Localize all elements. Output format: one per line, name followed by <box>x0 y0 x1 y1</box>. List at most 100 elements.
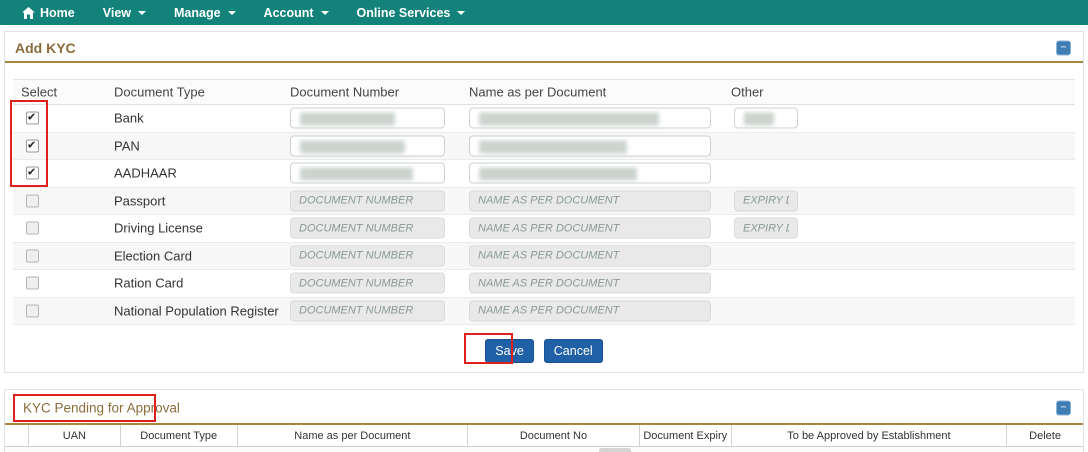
redacted-value <box>479 140 627 154</box>
select-checkbox[interactable] <box>26 166 39 180</box>
document-type-label: National Population Register <box>114 303 279 319</box>
document-number-input[interactable] <box>290 107 445 129</box>
kyc-page: Home View Manage Account Online Services… <box>0 0 1088 452</box>
save-button[interactable]: Save <box>485 339 534 363</box>
document-type-label: Bank <box>114 110 144 126</box>
redacted-value <box>744 112 774 126</box>
header-divider <box>5 61 1083 63</box>
table-row-aadhaar: AADHAAR <box>13 160 1075 188</box>
caret-down-icon <box>227 10 236 15</box>
col-header-document-type: Document Type <box>114 84 205 100</box>
select-checkbox[interactable] <box>26 304 39 318</box>
table-row-driving-license: Driving License <box>13 215 1075 243</box>
col-header-document-type: Document Type <box>121 425 238 446</box>
panel-title: Add KYC <box>15 39 76 56</box>
home-icon <box>22 6 35 19</box>
redacted-value <box>300 112 395 126</box>
pending-table-row <box>5 447 1083 452</box>
document-type-label: Election Card <box>114 248 193 264</box>
col-header-select: Select <box>21 84 58 100</box>
table-row-npr: National Population Register <box>13 297 1075 325</box>
nav-account-label: Account <box>263 5 314 20</box>
name-input[interactable] <box>469 272 711 294</box>
form-table-header: Select Document Type Document Number Nam… <box>13 79 1075 105</box>
select-checkbox[interactable] <box>26 111 39 125</box>
document-number-input[interactable] <box>290 162 445 184</box>
pending-table-header: UAN Document Type Name as per Document D… <box>5 425 1083 447</box>
col-header-delete: Delete <box>1029 429 1061 442</box>
document-type-label: Ration Card <box>114 275 184 291</box>
col-header-to-be-approved: To be Approved by Establishment <box>732 425 1008 446</box>
redacted-value <box>599 448 631 452</box>
col-header-document-no: Document No <box>468 425 640 446</box>
name-input[interactable] <box>469 190 711 212</box>
select-checkbox[interactable] <box>26 249 39 263</box>
other-input[interactable] <box>734 107 798 129</box>
nav-manage[interactable]: Manage <box>160 0 250 25</box>
kyc-pending-panel-header: KYC Pending for Approval − <box>5 390 1083 425</box>
col-header-document-number: Document Number <box>290 84 400 100</box>
col-header-name: Name as per Document <box>469 84 607 100</box>
cancel-button[interactable]: Cancel <box>543 339 603 363</box>
name-input[interactable] <box>469 135 711 157</box>
document-type-label: Driving License <box>114 220 203 236</box>
collapse-minus-icon: − <box>1060 401 1067 414</box>
kyc-pending-panel: KYC Pending for Approval − UAN Document … <box>4 389 1084 452</box>
document-number-input[interactable] <box>290 272 445 294</box>
pending-table: UAN Document Type Name as per Document D… <box>5 425 1083 452</box>
table-row-election-card: Election Card <box>13 242 1075 270</box>
collapse-button[interactable]: − <box>1056 400 1071 415</box>
document-type-label: PAN <box>114 138 140 154</box>
nav-view[interactable]: View <box>89 0 160 25</box>
name-input[interactable] <box>469 300 711 322</box>
select-checkbox[interactable] <box>26 221 39 235</box>
nav-account[interactable]: Account <box>250 0 343 25</box>
document-number-input[interactable] <box>290 245 445 267</box>
add-kyc-panel-header: Add KYC − <box>5 32 1083 63</box>
select-checkbox[interactable] <box>26 194 39 208</box>
collapse-minus-icon: − <box>1060 41 1067 54</box>
col-header-blank <box>5 425 29 446</box>
nav-view-label: View <box>102 5 131 20</box>
collapse-button[interactable]: − <box>1056 40 1071 55</box>
table-row-passport: Passport <box>13 187 1075 215</box>
redacted-value <box>479 167 637 181</box>
kyc-form-table: Select Document Type Document Number Nam… <box>13 79 1075 325</box>
document-type-label: Passport <box>114 193 166 209</box>
select-checkbox[interactable] <box>26 138 39 153</box>
expiry-date-input[interactable] <box>734 217 798 239</box>
col-header-uan: UAN <box>29 425 121 446</box>
expiry-date-input[interactable] <box>734 190 798 212</box>
add-kyc-panel: Add KYC − Select Document Type Document … <box>4 31 1084 373</box>
select-checkbox[interactable] <box>26 276 39 290</box>
nav-manage-label: Manage <box>174 5 221 20</box>
table-row-pan: PAN <box>13 132 1075 160</box>
caret-down-icon <box>138 10 146 15</box>
redacted-value <box>479 112 659 126</box>
nav-home[interactable]: Home <box>8 0 89 25</box>
col-header-document-expiry: Document Expiry <box>640 425 732 446</box>
nav-online-services[interactable]: Online Services <box>343 0 480 25</box>
document-type-label: AADHAAR <box>114 165 177 181</box>
redacted-value <box>300 167 413 181</box>
form-actions: Save Cancel <box>5 339 1083 363</box>
nav-home-label: Home <box>40 5 75 20</box>
name-input[interactable] <box>469 107 711 129</box>
nav-online-services-label: Online Services <box>356 5 451 20</box>
name-input[interactable] <box>469 162 711 184</box>
col-header-other: Other <box>731 84 764 100</box>
top-navbar: Home View Manage Account Online Services <box>0 0 1088 25</box>
caret-down-icon <box>457 10 466 15</box>
table-row-bank: Bank <box>13 105 1075 133</box>
caret-down-icon <box>320 10 329 15</box>
redacted-value <box>300 140 405 154</box>
pending-panel-title: KYC Pending for Approval <box>23 400 180 415</box>
document-number-input[interactable] <box>290 300 445 322</box>
document-number-input[interactable] <box>290 217 445 239</box>
table-row-ration-card: Ration Card <box>13 270 1075 298</box>
col-header-name: Name as per Document <box>238 425 469 446</box>
document-number-input[interactable] <box>290 135 445 157</box>
document-number-input[interactable] <box>290 190 445 212</box>
name-input[interactable] <box>469 217 711 239</box>
name-input[interactable] <box>469 245 711 267</box>
